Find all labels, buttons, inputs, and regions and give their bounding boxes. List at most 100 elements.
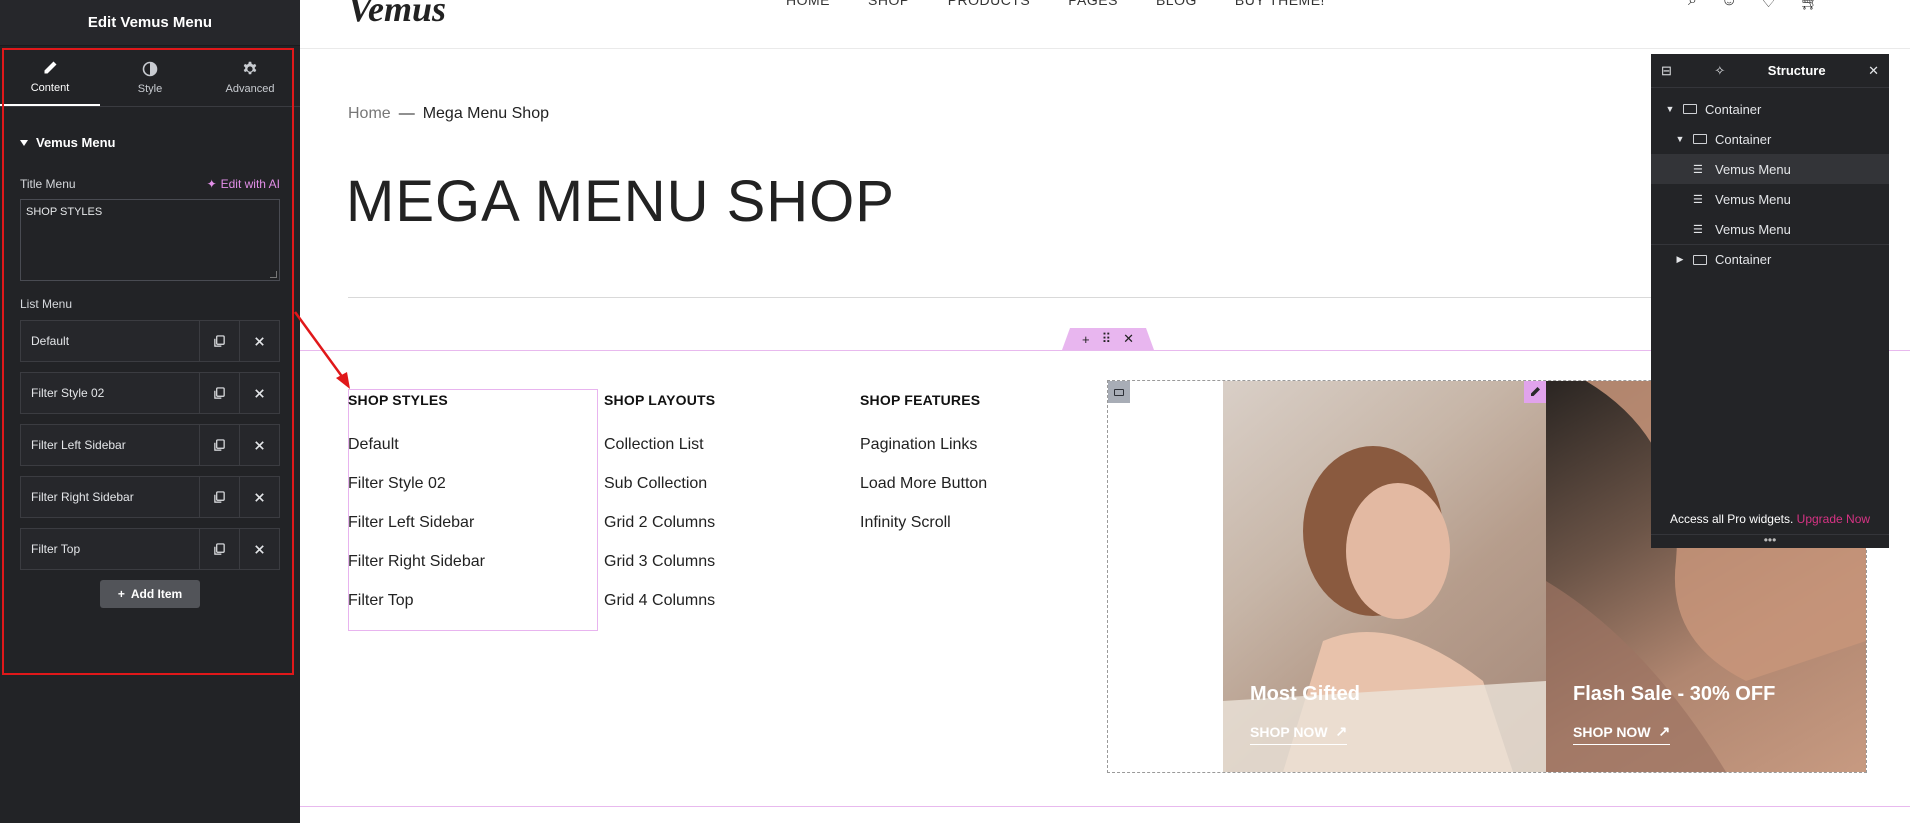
nav-item-shop[interactable]: SHOP [868,0,910,8]
close-icon[interactable]: ✕ [1868,63,1879,79]
title-menu-textarea[interactable]: SHOP STYLES [20,199,280,281]
list-icon: ☰ [1693,193,1703,206]
repeater-item-title[interactable]: Default [21,321,199,361]
tree-item-vemus-menu[interactable]: ☰ Vemus Menu [1651,214,1889,244]
menu-link[interactable]: Load More Button [860,475,987,514]
structure-panel: ⊟ ✧ Structure ✕ ▼ Container ▼ Container … [1651,54,1889,548]
remove-button[interactable] [239,373,279,413]
remove-button[interactable] [239,477,279,517]
repeater-item-title[interactable]: Filter Top [21,529,199,569]
duplicate-button[interactable] [199,529,239,569]
nav-item-products[interactable]: PRODUCTS [948,0,1031,8]
tab-style-label: Style [137,82,163,95]
menu-link[interactable]: Grid 4 Columns [604,592,715,631]
tree-item-container[interactable]: ▼ Container [1651,94,1889,124]
menu-link[interactable]: Infinity Scroll [860,514,987,553]
repeater-item[interactable]: Filter Left Sidebar [20,424,280,466]
section-bottom-border [300,806,1910,807]
page-title: MEGA MENU SHOP [346,169,895,234]
remove-button[interactable] [239,529,279,569]
shop-now-link[interactable]: SHOP NOW ↗ [1573,723,1671,745]
edit-widget-button[interactable] [1524,381,1546,403]
menu-link[interactable]: Grid 2 Columns [604,514,715,553]
repeater-item[interactable]: Filter Right Sidebar [20,476,280,518]
tree-item-vemus-menu[interactable]: ☰ Vemus Menu [1651,184,1889,214]
menu-link[interactable]: Grid 3 Columns [604,553,715,592]
remove-button[interactable] [239,321,279,361]
heart-icon[interactable]: ♡ [1761,0,1775,12]
menu-link[interactable]: Filter Left Sidebar [348,514,485,553]
duplicate-button[interactable] [199,321,239,361]
tab-content[interactable]: Content [0,49,100,106]
upgrade-now-link[interactable]: Upgrade Now [1797,512,1870,526]
editor-tabs: Content Style Advanced [0,49,300,107]
drag-handle-icon[interactable]: ⠿ [1102,331,1112,347]
site-header: Vemus HOME SHOP PRODUCTS PAGES BLOG BUY … [300,0,1910,49]
tree-item-container[interactable]: ▶ Container [1651,244,1889,274]
container-icon [1683,104,1697,114]
breadcrumb-current: Mega Menu Shop [422,105,549,122]
close-icon [255,336,264,346]
search-icon[interactable]: ⌕ [1688,0,1697,12]
repeater-item-title[interactable]: Filter Right Sidebar [21,477,199,517]
delete-section-icon[interactable]: ✕ [1123,331,1134,347]
structure-header: ⊟ ✧ Structure ✕ [1651,54,1889,88]
promo-card[interactable]: Most Gifted SHOP NOW ↗ [1223,381,1546,772]
duplicate-button[interactable] [199,373,239,413]
repeater-item-title[interactable]: Filter Style 02 [21,373,199,413]
repeater-item[interactable]: Filter Style 02 [20,372,280,414]
tree-item-label: Container [1705,101,1762,117]
nav-item-pages[interactable]: PAGES [1068,0,1118,8]
promo-card-title: Most Gifted [1250,683,1360,705]
container-handle-icon[interactable] [1108,381,1130,403]
add-item-button[interactable]: + Add Item [100,580,200,608]
caret-down-icon [20,139,28,146]
plus-icon: + [117,587,125,601]
header-icons: ⌕ ☺ ♡ 🛒︎ [1688,0,1820,12]
duplicate-button[interactable] [199,425,239,465]
cart-icon[interactable]: 🛒︎ [1800,0,1820,12]
caret-right-icon[interactable]: ▶ [1673,254,1687,265]
section-handle[interactable]: + ⠿ ✕ [1062,328,1154,350]
menu-link[interactable]: Filter Top [348,592,485,631]
site-logo[interactable]: Vemus [348,0,446,30]
ai-icon[interactable]: ✧ [1714,63,1725,79]
menu-column-shop-styles: SHOP STYLES Default Filter Style 02 Filt… [348,392,485,631]
add-section-icon[interactable]: + [1082,332,1090,347]
tab-advanced[interactable]: Advanced [200,49,300,106]
arrow-up-right-icon: ↗ [1658,723,1671,739]
caret-down-icon[interactable]: ▼ [1663,104,1677,114]
breadcrumb: Home — Mega Menu Shop [348,105,549,123]
nav-item-home[interactable]: HOME [786,0,830,8]
user-icon[interactable]: ☺ [1721,0,1737,12]
repeater-item[interactable]: Filter Top [20,528,280,570]
tree-item-vemus-menu[interactable]: ☰ Vemus Menu [1651,154,1889,184]
menu-link[interactable]: Filter Style 02 [348,475,485,514]
repeater-item[interactable]: Default [20,320,280,362]
section-title: Vemus Menu [36,135,116,150]
resize-handle[interactable]: ••• [1651,534,1889,548]
edit-with-ai-label: Edit with AI [220,177,280,191]
menu-link[interactable]: Sub Collection [604,475,715,514]
remove-button[interactable] [239,425,279,465]
tree-item-container[interactable]: ▼ Container [1651,124,1889,154]
menu-link[interactable]: Filter Right Sidebar [348,553,485,592]
breadcrumb-home[interactable]: Home [348,105,391,123]
promo-card-title: Flash Sale - 30% OFF [1573,683,1776,705]
menu-link[interactable]: Collection List [604,436,715,475]
menu-link[interactable]: Pagination Links [860,436,987,475]
nav-item-buy-theme[interactable]: BUY THEME! [1235,0,1325,8]
repeater-item-title[interactable]: Filter Left Sidebar [21,425,199,465]
shop-now-link[interactable]: SHOP NOW ↗ [1250,723,1348,745]
caret-down-icon[interactable]: ▼ [1673,134,1687,144]
section-toggle[interactable]: Vemus Menu [0,135,300,150]
duplicate-button[interactable] [199,477,239,517]
sparkle-icon: ✦ [206,177,217,191]
menu-link[interactable]: Default [348,436,485,475]
collapse-all-icon[interactable]: ⊟ [1661,63,1672,79]
tab-style[interactable]: Style [100,49,200,106]
title-menu-row: Title Menu ✦ Edit with AI [0,177,300,191]
nav-item-blog[interactable]: BLOG [1156,0,1197,8]
close-icon [255,388,264,398]
edit-with-ai-button[interactable]: ✦ Edit with AI [207,177,280,191]
